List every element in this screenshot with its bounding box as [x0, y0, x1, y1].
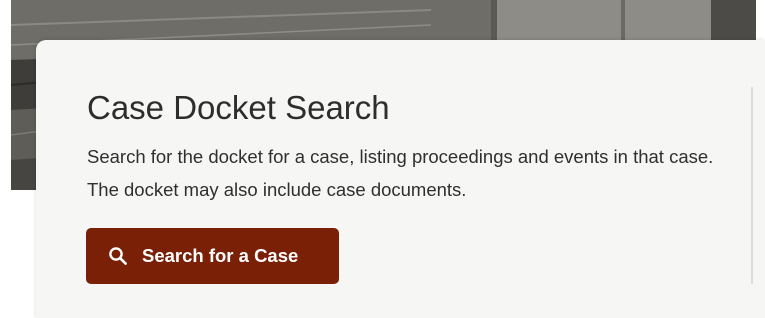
page: Case Docket Search Search for the docket… [0, 0, 765, 318]
panel-description: Search for the docket for a case, listin… [87, 146, 714, 200]
search-for-case-button[interactable]: Search for a Case [86, 228, 339, 284]
search-icon [108, 246, 128, 266]
card-divider [751, 87, 753, 284]
panel-title: Case Docket Search [87, 89, 390, 126]
search-button-label: Search for a Case [142, 245, 299, 266]
